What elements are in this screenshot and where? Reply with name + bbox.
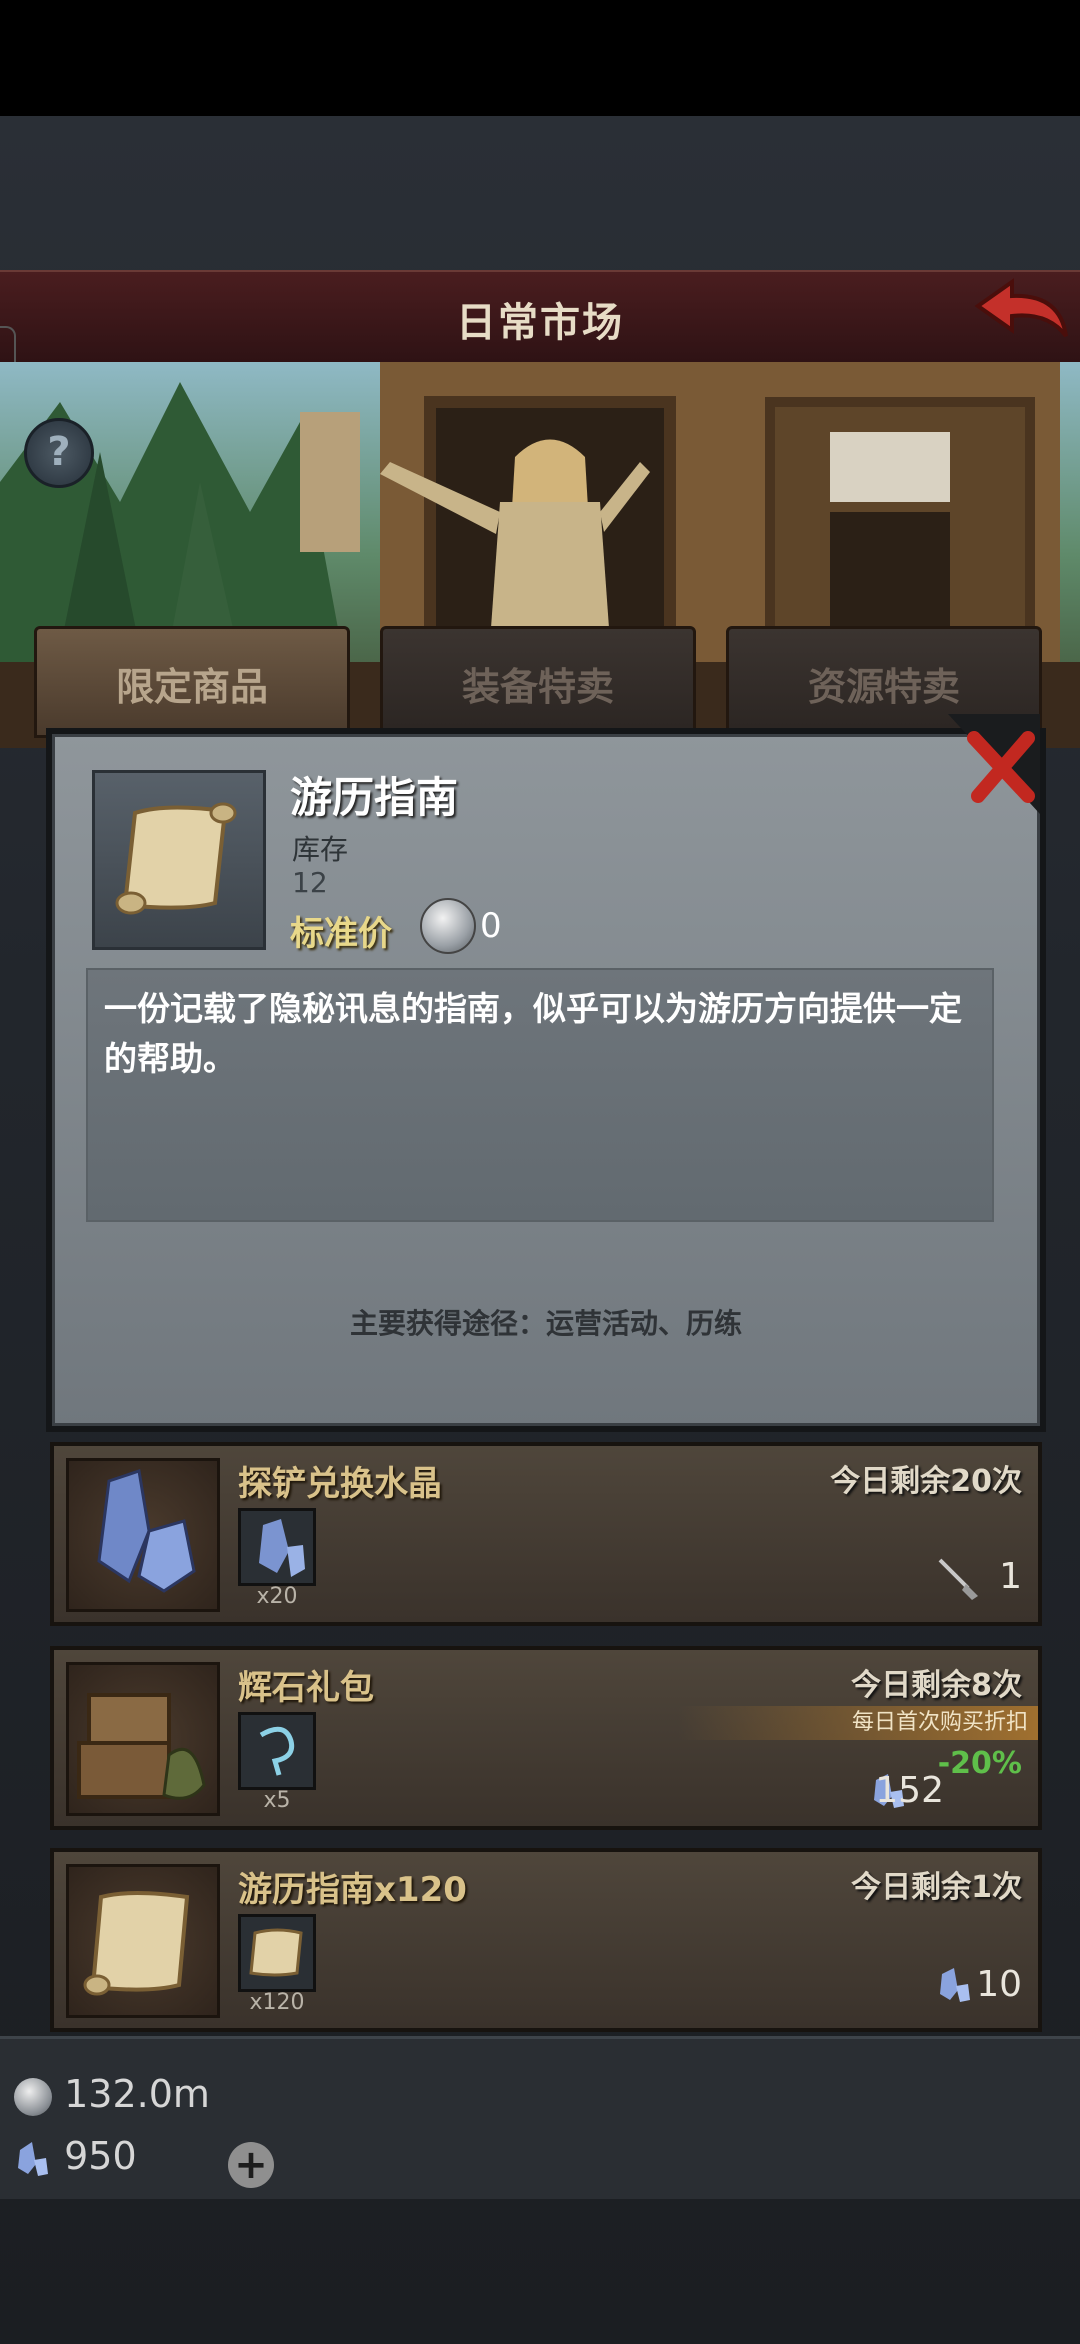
reward-count: x20 (256, 1584, 298, 1609)
silver-coin-icon (14, 2077, 52, 2116)
shop-item-title: 探铲兑换水晶 (238, 1464, 442, 1504)
discount-note: 每日首次购买折扣 (678, 1706, 1038, 1740)
reward-scroll-icon (238, 1914, 316, 1992)
item-description: 一份记载了隐秘讯息的指南，似乎可以为游历方向提供一定的帮助。 (104, 989, 962, 1078)
close-icon[interactable] (948, 714, 1040, 814)
crystal-amount: 950 (64, 2134, 137, 2178)
reward-count: x5 (263, 1788, 291, 1813)
scroll-icon (66, 1864, 220, 2018)
item-image-frame (92, 770, 266, 950)
stock-label: 库存 (292, 833, 349, 866)
item-name: 游历指南 (290, 773, 459, 822)
header: 日常市场 (0, 270, 1080, 367)
reward-count: x120 (249, 1990, 305, 2015)
crystal-icon (18, 2141, 48, 2176)
price: 1 (999, 1556, 1022, 1597)
shop-item-title: 游历指南x120 (238, 1870, 467, 1910)
crystal-currency: 950 (14, 2134, 137, 2190)
reward-crystal-icon (238, 1508, 316, 1586)
status-bar (0, 0, 1080, 116)
shop-item-row[interactable]: 探铲兑换水晶 今日剩余20次 x20 1 (50, 1442, 1042, 1626)
acquisition-source: 主要获得途径：运营活动、历练 (349, 1307, 742, 1340)
chest-icon (66, 1662, 220, 1816)
add-currency-button[interactable]: + (228, 2142, 274, 2188)
tab-limited-items[interactable]: 限定商品 (34, 626, 350, 738)
stock-value: 12 (292, 866, 328, 899)
back-arrow-icon[interactable] (968, 276, 1072, 354)
standard-price-label: 标准价 (290, 914, 392, 954)
reward-hook-icon (238, 1712, 316, 1790)
price: 10 (976, 1964, 1022, 2005)
discount-percent: -20% (937, 1746, 1022, 1781)
standard-price-value: 0 (480, 906, 502, 946)
silver-amount: 132.0m (64, 2072, 210, 2116)
page-title: 日常市场 (456, 300, 624, 346)
remaining-count: 今日剩余8次 (851, 1668, 1022, 1703)
remaining-count: 今日剩余20次 (830, 1464, 1022, 1499)
remaining-count: 今日剩余1次 (851, 1870, 1022, 1905)
price: 152 (875, 1770, 944, 1811)
crystal-icon (940, 1968, 970, 2002)
shop-item-row[interactable]: 游历指南x120 今日剩余1次 x120 10 (50, 1848, 1042, 2032)
scroll-icon (115, 802, 237, 915)
crystal-icon (66, 1458, 220, 1612)
shop-item-row[interactable]: 辉石礼包 今日剩余8次 每日首次购买折扣 -20% x5 152 (50, 1646, 1042, 1830)
silver-coin-icon (420, 898, 476, 954)
shovel-icon (938, 1558, 978, 1600)
tab-equipment-sale[interactable]: 装备特卖 (380, 626, 696, 738)
shop-item-title: 辉石礼包 (238, 1668, 374, 1708)
help-icon[interactable]: ? (24, 418, 94, 488)
silver-currency: 132.0m (14, 2072, 210, 2128)
